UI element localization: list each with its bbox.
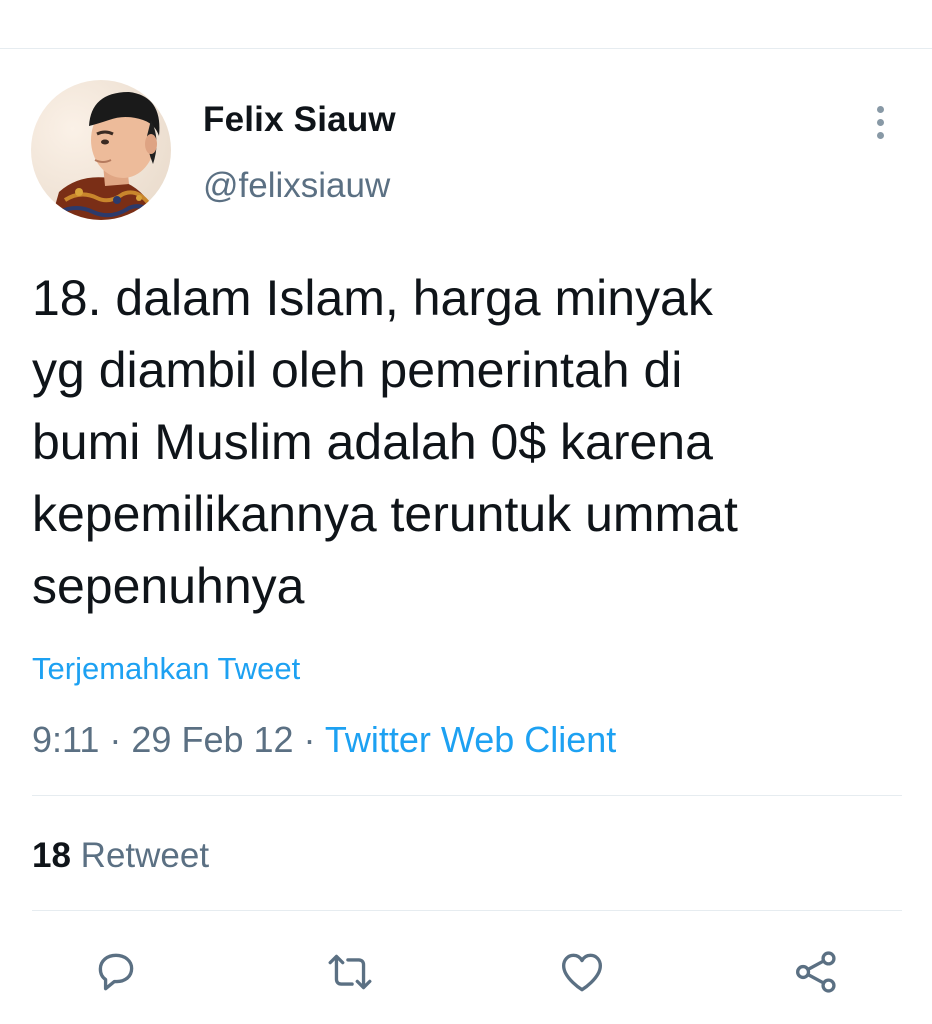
- like-button[interactable]: [550, 940, 614, 1004]
- meta-separator: ·: [293, 719, 325, 760]
- more-vertical-icon-dot: [876, 118, 884, 126]
- divider: [32, 910, 902, 911]
- reply-button[interactable]: [84, 940, 148, 1004]
- more-vertical-icon: [876, 105, 884, 113]
- retweet-icon: [328, 954, 372, 990]
- divider: [32, 795, 902, 796]
- author-handle[interactable]: @felixsiauw: [203, 166, 390, 206]
- reply-icon: [98, 953, 134, 991]
- author-name[interactable]: Felix Siauw: [203, 100, 396, 140]
- action-bar: [0, 940, 932, 1004]
- tweet-text: 18. dalam Islam, harga minyak yg diambil…: [32, 270, 738, 614]
- meta-separator: ·: [99, 719, 132, 760]
- avatar[interactable]: [31, 80, 171, 220]
- tweet-date: 29 Feb 12: [131, 719, 294, 760]
- retweet-button[interactable]: [318, 940, 382, 1004]
- share-button[interactable]: [784, 940, 848, 1004]
- more-vertical-icon-dot: [876, 131, 884, 139]
- tweet-time: 9:11: [32, 719, 100, 760]
- heart-icon: [562, 953, 602, 992]
- retweet-stats[interactable]: 18 Retweet: [32, 836, 209, 876]
- tweet-detail: Felix Siauw @felixsiauw 18. dalam Islam,…: [0, 0, 932, 1024]
- tweet-metadata: 9:11 · 29 Feb 12 · Twitter Web Client: [32, 719, 616, 761]
- share-icon: [796, 951, 836, 993]
- translate-tweet-link[interactable]: Terjemahkan Tweet: [32, 651, 300, 687]
- more-options-button[interactable]: [862, 100, 898, 144]
- tweet-source-link[interactable]: Twitter Web Client: [325, 719, 616, 760]
- retweet-count: 18: [32, 836, 71, 875]
- retweet-stats-label: Retweet: [70, 836, 210, 875]
